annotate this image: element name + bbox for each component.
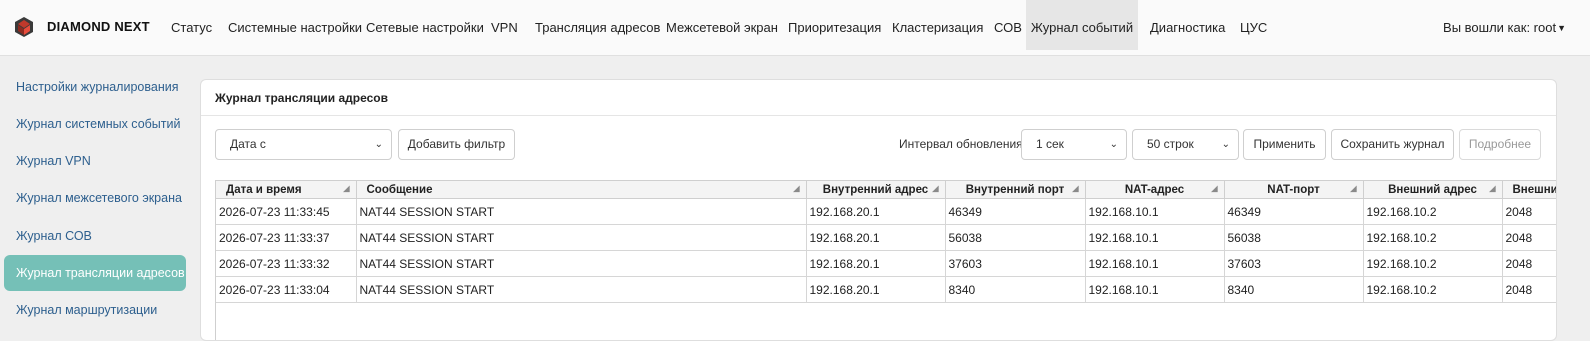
sidebar-item-system-log[interactable]: Журнал системных событий <box>4 106 186 142</box>
diamond-logo-icon <box>15 17 33 37</box>
apply-button[interactable]: Применить <box>1243 129 1326 160</box>
cell-nat-port: 8340 <box>1224 276 1364 303</box>
table-header-row: Дата и время ◢ Сообщение ◢ Внутренний адре… <box>216 181 1556 199</box>
cell-external-port: 2048 <box>1502 224 1556 251</box>
table-row[interactable]: 2026-07-23 11:33:32 NAT44 SESSION START … <box>216 250 1556 277</box>
column-header-internal-address[interactable]: Внутренний адрес ◢ <box>806 181 946 199</box>
nat-log-table: Дата и время ◢ Сообщение ◢ Внутренний адре… <box>215 180 1556 340</box>
chevron-down-icon: ⌄ <box>1109 139 1118 150</box>
nav-network-settings[interactable]: Сетевые настройки <box>366 0 484 50</box>
cell-external-address: 192.168.10.2 <box>1363 224 1503 251</box>
cell-nat-port: 56038 <box>1224 224 1364 251</box>
sidebar-item-ids-log[interactable]: Журнал СОВ <box>4 218 186 254</box>
cell-message: NAT44 SESSION START <box>356 224 807 251</box>
column-header-message[interactable]: Сообщение ◢ <box>356 181 807 199</box>
cell-external-port: 2048 <box>1502 250 1556 277</box>
chevron-down-icon: ⌄ <box>374 139 383 150</box>
cell-external-port: 2048 <box>1502 198 1556 225</box>
add-filter-button[interactable]: Добавить фильтр <box>398 129 515 160</box>
sort-icon[interactable]: ◢ <box>1072 184 1078 193</box>
user-menu[interactable]: Вы вошли как: root▼ <box>1443 0 1566 56</box>
save-log-button[interactable]: Сохранить журнал <box>1331 129 1454 160</box>
caret-down-icon: ▼ <box>1557 23 1566 33</box>
cell-nat-address: 192.168.10.1 <box>1085 224 1225 251</box>
sidebar-item-vpn-log[interactable]: Журнал VPN <box>4 143 186 179</box>
nav-clustering[interactable]: Кластеризация <box>892 0 983 50</box>
column-header-nat-address[interactable]: NAT-адрес ◢ <box>1085 181 1225 199</box>
cell-internal-port: 56038 <box>945 224 1086 251</box>
table-row[interactable]: 2026-07-23 11:33:04 NAT44 SESSION START … <box>216 276 1556 303</box>
cell-datetime: 2026-07-23 11:33:37 <box>216 224 357 251</box>
table-row[interactable]: 2026-07-23 11:33:45 NAT44 SESSION START … <box>216 198 1556 225</box>
column-header-internal-port[interactable]: Внутренний порт ◢ <box>945 181 1086 199</box>
sort-icon[interactable]: ◢ <box>793 184 799 193</box>
user-label: Вы вошли как: root <box>1443 20 1557 35</box>
nav-status[interactable]: Статус <box>171 0 212 50</box>
nav-system-settings[interactable]: Системные настройки <box>228 0 362 50</box>
column-header-datetime[interactable]: Дата и время ◢ <box>216 181 357 199</box>
cell-nat-port: 37603 <box>1224 250 1364 277</box>
cell-external-address: 192.168.10.2 <box>1363 198 1503 225</box>
sidebar-item-routing-log[interactable]: Журнал маршрутизации <box>4 292 186 328</box>
chevron-down-icon: ⌄ <box>1221 139 1230 150</box>
sidebar-item-firewall-log[interactable]: Журнал межсетевого экрана <box>4 180 186 216</box>
sort-icon[interactable]: ◢ <box>1350 184 1356 193</box>
cell-message: NAT44 SESSION START <box>356 276 807 303</box>
cell-nat-address: 192.168.10.1 <box>1085 276 1225 303</box>
column-header-nat-port[interactable]: NAT-порт ◢ <box>1224 181 1364 199</box>
cell-internal-address: 192.168.20.1 <box>806 276 946 303</box>
nav-prioritization[interactable]: Приоритезация <box>788 0 881 50</box>
details-button[interactable]: Подробнее <box>1459 129 1541 160</box>
refresh-interval-select[interactable]: 1 сек ⌄ <box>1021 129 1127 160</box>
sort-icon[interactable]: ◢ <box>932 184 938 193</box>
rows-count-value: 50 строк <box>1147 137 1194 151</box>
nav-diagnostics[interactable]: Диагностика <box>1150 0 1225 50</box>
sidebar-item-logging-settings[interactable]: Настройки журналирования <box>4 69 186 105</box>
cell-message: NAT44 SESSION START <box>356 198 807 225</box>
nav-event-log[interactable]: Журнал событий <box>1026 0 1138 50</box>
sort-icon[interactable]: ◢ <box>343 184 349 193</box>
cell-internal-port: 46349 <box>945 198 1086 225</box>
panel-title: Журнал трансляции адресов <box>215 91 388 105</box>
cell-nat-port: 46349 <box>1224 198 1364 225</box>
cell-external-address: 192.168.10.2 <box>1363 250 1503 277</box>
filter-field-select[interactable]: Дата с ⌄ <box>215 129 392 160</box>
cell-internal-port: 8340 <box>945 276 1086 303</box>
panel-divider <box>201 115 1556 116</box>
top-navbar: DIAMOND NEXT Статус Системные настройки … <box>0 0 1590 56</box>
nav-firewall[interactable]: Межсетевой экран <box>666 0 778 50</box>
sort-icon[interactable]: ◢ <box>1211 184 1217 193</box>
cell-internal-address: 192.168.20.1 <box>806 224 946 251</box>
cell-internal-address: 192.168.20.1 <box>806 198 946 225</box>
table-row[interactable]: 2026-07-23 11:33:37 NAT44 SESSION START … <box>216 224 1556 251</box>
sort-icon[interactable]: ◢ <box>1489 184 1495 193</box>
nav-ids[interactable]: СОВ <box>994 0 1022 50</box>
cell-datetime: 2026-07-23 11:33:32 <box>216 250 357 277</box>
cell-nat-address: 192.168.10.1 <box>1085 198 1225 225</box>
nav-management-center[interactable]: ЦУС <box>1240 0 1267 50</box>
cell-message: NAT44 SESSION START <box>356 250 807 277</box>
cell-nat-address: 192.168.10.1 <box>1085 250 1225 277</box>
nat-log-panel: Журнал трансляции адресов Дата с ⌄ Добав… <box>200 79 1557 341</box>
refresh-interval-value: 1 сек <box>1036 137 1064 151</box>
brand-name: DIAMOND NEXT <box>47 19 150 34</box>
cell-external-address: 192.168.10.2 <box>1363 276 1503 303</box>
column-header-external-address[interactable]: Внешний адрес ◢ <box>1363 181 1503 199</box>
cell-internal-port: 37603 <box>945 250 1086 277</box>
filter-field-value: Дата с <box>230 137 266 151</box>
rows-count-select[interactable]: 50 строк ⌄ <box>1132 129 1239 160</box>
nav-nat[interactable]: Трансляция адресов <box>535 0 660 50</box>
cell-datetime: 2026-07-23 11:33:04 <box>216 276 357 303</box>
cell-datetime: 2026-07-23 11:33:45 <box>216 198 357 225</box>
refresh-interval-label: Интервал обновления <box>899 137 1023 151</box>
cell-internal-address: 192.168.20.1 <box>806 250 946 277</box>
cell-external-port: 2048 <box>1502 276 1556 303</box>
sidebar-item-nat-log[interactable]: Журнал трансляции адресов <box>4 255 186 291</box>
column-header-external-port[interactable]: Внешний порт <box>1502 181 1556 199</box>
nav-vpn[interactable]: VPN <box>491 0 518 50</box>
